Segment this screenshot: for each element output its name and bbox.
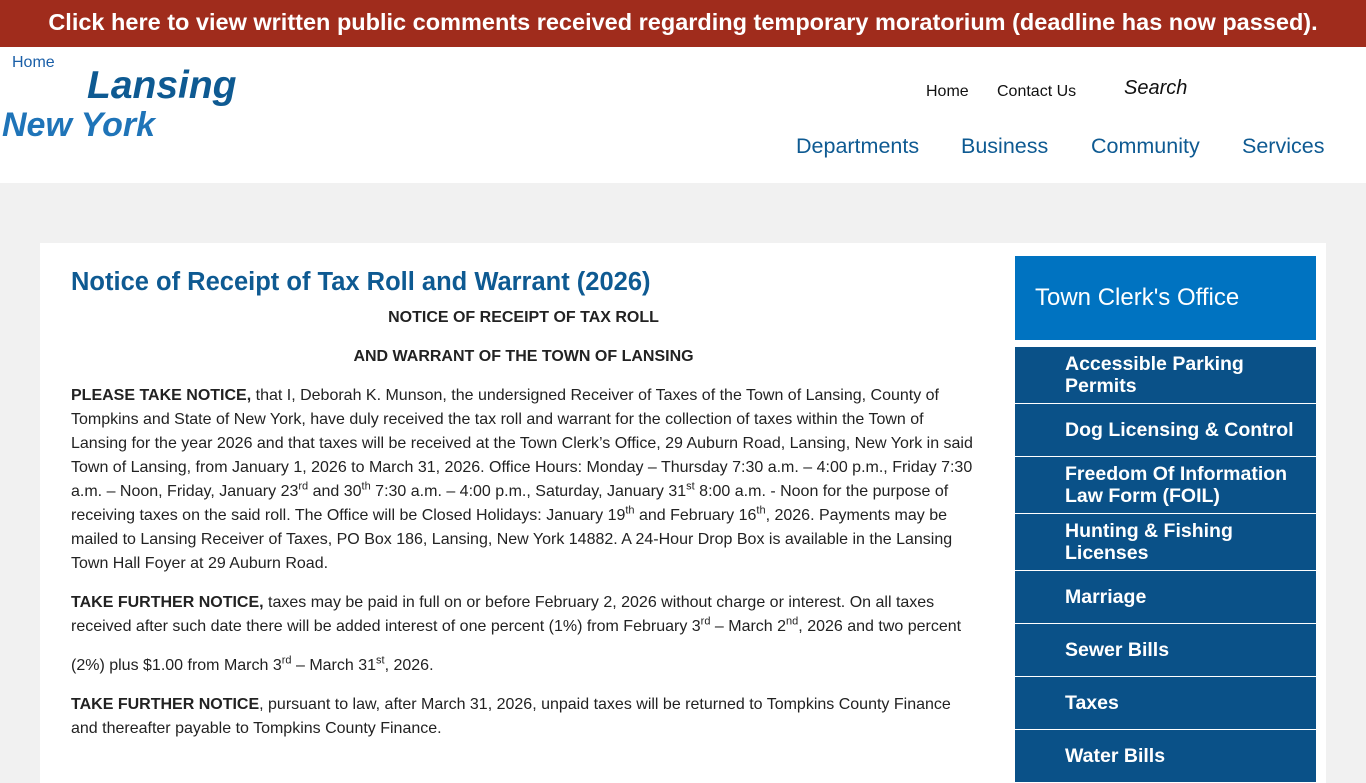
paragraph-two-percent: (2%) plus $1.00 from March 3rd – March 3… bbox=[71, 654, 976, 678]
search-input[interactable] bbox=[1124, 75, 1274, 101]
ordinal-suffix: st bbox=[686, 480, 695, 493]
main-content: Notice of Receipt of Tax Roll and Warran… bbox=[40, 243, 1326, 783]
ordinal-suffix: nd bbox=[786, 615, 799, 628]
sidebar-title[interactable]: Town Clerk's Office bbox=[1015, 256, 1316, 340]
ordinal-suffix: st bbox=[376, 654, 385, 667]
notice-heading-1: NOTICE OF RECEIPT OF TAX ROLL bbox=[388, 309, 659, 326]
sidebar-item-marriage[interactable]: Marriage bbox=[1015, 571, 1316, 624]
sidebar-item-sewer-bills[interactable]: Sewer Bills bbox=[1015, 624, 1316, 677]
sidebar-item-label: Marriage bbox=[1065, 586, 1147, 608]
paragraph-lead: TAKE FURTHER NOTICE bbox=[71, 696, 260, 713]
nav-departments[interactable]: Departments bbox=[796, 134, 919, 159]
ordinal-suffix: th bbox=[625, 504, 635, 517]
ordinal-suffix: rd bbox=[298, 480, 309, 493]
sidebar-item-label: Hunting & Fishing Licenses bbox=[1065, 520, 1233, 564]
sidebar-item-water-bills[interactable]: Water Bills bbox=[1015, 730, 1316, 783]
paragraph-text: 7:30 a.m. – 4:00 p.m., Saturday, January… bbox=[370, 483, 687, 500]
ordinal-suffix: rd bbox=[700, 615, 711, 628]
sidebar: Town Clerk's Office Accessible Parking P… bbox=[1015, 256, 1316, 783]
nav-services[interactable]: Services bbox=[1242, 134, 1324, 159]
nav-business[interactable]: Business bbox=[961, 134, 1048, 159]
sidebar-item-hunting-fishing[interactable]: Hunting & Fishing Licenses bbox=[1015, 514, 1316, 571]
paragraph-text: and 30 bbox=[308, 483, 362, 500]
logo-text-lansing[interactable]: Lansing bbox=[87, 64, 237, 108]
page-title: Notice of Receipt of Tax Roll and Warran… bbox=[71, 268, 651, 296]
paragraph-please-take-notice: PLEASE TAKE NOTICE, that I, Deborah K. M… bbox=[71, 384, 976, 576]
paragraph-further-notice-interest: TAKE FURTHER NOTICE, taxes may be paid i… bbox=[71, 591, 976, 639]
sidebar-item-label: Water Bills bbox=[1065, 745, 1166, 767]
sidebar-item-dog-licensing[interactable]: Dog Licensing & Control bbox=[1015, 404, 1316, 457]
site-header: Home Lansing New York Home Contact Us De… bbox=[0, 47, 1366, 183]
sidebar-item-label: Taxes bbox=[1065, 692, 1119, 714]
ordinal-suffix: rd bbox=[281, 654, 292, 667]
announcement-banner-text[interactable]: Click here to view written public commen… bbox=[48, 9, 1317, 35]
nav-community[interactable]: Community bbox=[1091, 134, 1200, 159]
paragraph-text: – March 31 bbox=[291, 657, 377, 674]
paragraph-text: – March 2 bbox=[710, 618, 787, 635]
sidebar-item-label: Sewer Bills bbox=[1065, 639, 1170, 661]
ordinal-suffix: th bbox=[756, 504, 766, 517]
paragraph-text: , 2026 and two percent bbox=[798, 618, 962, 635]
sidebar-item-label: Freedom Of Information Law Form (FOIL) bbox=[1065, 463, 1288, 507]
paragraph-text: , 2026. bbox=[384, 657, 434, 674]
sidebar-item-label: Accessible Parking Permits bbox=[1065, 353, 1244, 397]
sidebar-item-taxes[interactable]: Taxes bbox=[1015, 677, 1316, 730]
util-link-contact-us[interactable]: Contact Us bbox=[997, 83, 1076, 101]
paragraph-text: (2%) plus $1.00 from March 3 bbox=[71, 657, 282, 674]
sidebar-item-foil[interactable]: Freedom Of Information Law Form (FOIL) bbox=[1015, 457, 1316, 514]
paragraph-lead: PLEASE TAKE NOTICE, bbox=[71, 387, 252, 404]
ordinal-suffix: th bbox=[361, 480, 371, 493]
paragraph-text: and February 16 bbox=[634, 507, 757, 524]
announcement-banner[interactable]: Click here to view written public commen… bbox=[0, 0, 1366, 47]
notice-heading-2: AND WARRANT OF THE TOWN OF LANSING bbox=[353, 348, 694, 365]
paragraph-lead: TAKE FURTHER NOTICE, bbox=[71, 594, 264, 611]
article: Notice of Receipt of Tax Roll and Warran… bbox=[71, 265, 976, 756]
logo-text-new-york[interactable]: New York bbox=[2, 106, 155, 145]
sidebar-item-accessible-parking-permits[interactable]: Accessible Parking Permits bbox=[1015, 347, 1316, 404]
sidebar-item-label: Dog Licensing & Control bbox=[1065, 419, 1294, 441]
util-link-home[interactable]: Home bbox=[926, 83, 969, 101]
paragraph-further-notice-unpaid: TAKE FURTHER NOTICE, pursuant to law, af… bbox=[71, 693, 976, 741]
home-logo-link[interactable]: Home bbox=[12, 54, 55, 72]
